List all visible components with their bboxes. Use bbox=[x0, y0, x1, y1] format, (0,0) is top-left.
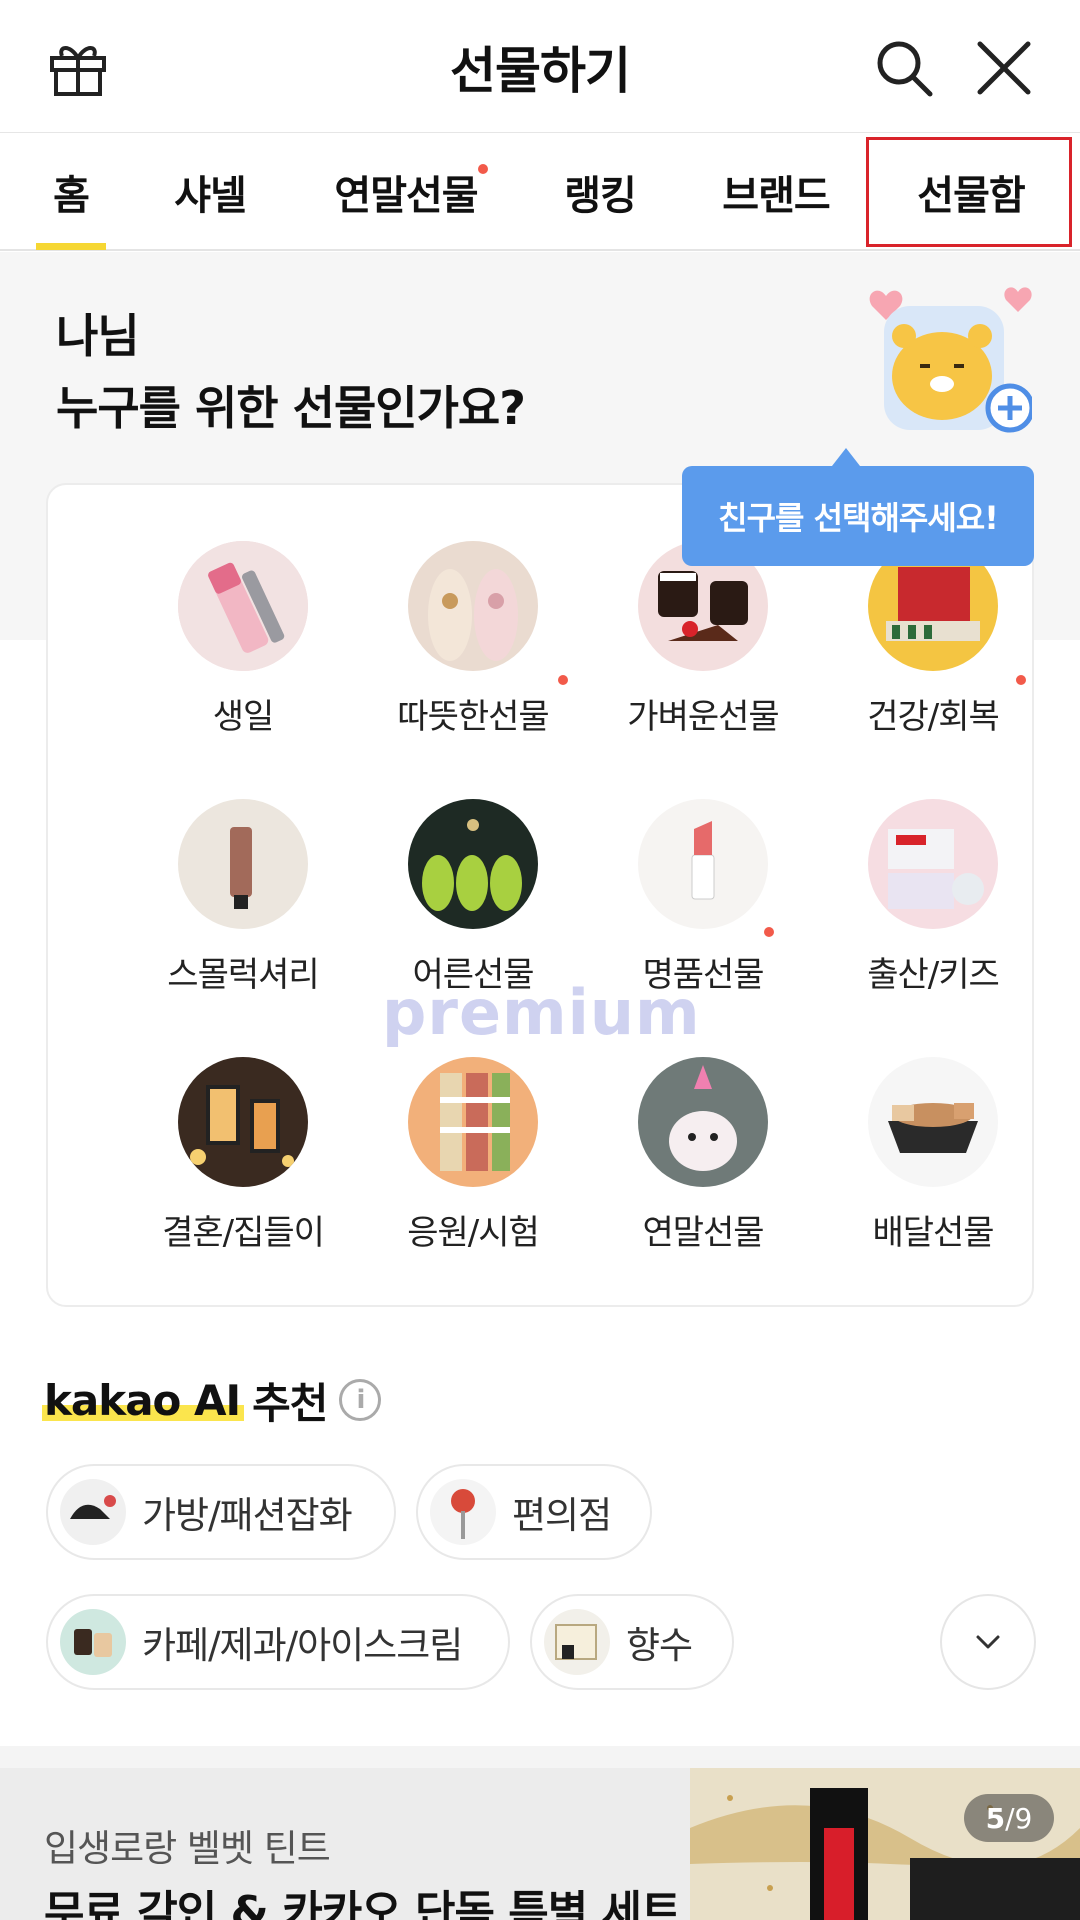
expand-chips-button[interactable] bbox=[940, 1594, 1036, 1690]
lipstick-icon bbox=[178, 541, 308, 671]
category-baby-kids[interactable]: 출산/키즈 bbox=[818, 743, 1048, 995]
chip-label: 카페/제과/아이스크림 bbox=[142, 1624, 463, 1667]
category-delivery[interactable]: 배달선물 bbox=[818, 1001, 1048, 1253]
category-label: 가벼운선물 bbox=[627, 697, 779, 737]
category-warm-gifts[interactable]: 따뜻한선물 bbox=[358, 485, 588, 737]
chip-label: 향수 bbox=[626, 1624, 693, 1667]
new-dot-badge bbox=[478, 164, 488, 174]
tab-chanel[interactable]: 샤넬 bbox=[160, 134, 260, 249]
lollipop-icon bbox=[430, 1479, 496, 1545]
chip-convenience-store[interactable]: 편의점 bbox=[416, 1464, 652, 1560]
recommend-label: 추천 bbox=[252, 1378, 328, 1428]
top-header: 선물하기 bbox=[0, 0, 1080, 133]
kakao-ai-brand: kakao AI bbox=[42, 1375, 245, 1425]
ysl-product-image bbox=[690, 1768, 1080, 1920]
lantern-icon bbox=[178, 1057, 308, 1187]
info-icon[interactable]: i bbox=[339, 1379, 382, 1421]
close-icon[interactable] bbox=[972, 36, 1036, 100]
banner-subtitle: 입생로랑 벨벳 틴트 bbox=[44, 1827, 331, 1870]
gift-box-tab-highlight bbox=[866, 137, 1072, 247]
tab-label: 브랜드 bbox=[722, 172, 830, 219]
category-label: 응원/시험 bbox=[407, 1213, 540, 1253]
current-page: 5 bbox=[985, 1801, 1006, 1835]
category-label: 결혼/집들이 bbox=[162, 1213, 325, 1253]
category-grid-card: 생일 따뜻한선물 가벼운선물 건강/회복 스몰럭셔리 어른선물 명품선물 출산/… bbox=[46, 483, 1034, 1307]
total-pages: /9 bbox=[1005, 1801, 1033, 1835]
kakao-ai-text: kakao AI bbox=[44, 1375, 241, 1425]
friend-select-tooltip[interactable]: 친구를 선택해주세요! bbox=[682, 448, 1034, 566]
gift-page: 선물하기 홈 샤넬 연말선물 랭킹 브랜드 선물함 나님 누구를 위한 선물인가… bbox=[0, 0, 1080, 1920]
food-platter-icon bbox=[868, 1057, 998, 1187]
category-label: 배달선물 bbox=[872, 1213, 994, 1253]
caps-icon bbox=[60, 1479, 126, 1545]
search-icon[interactable] bbox=[872, 36, 936, 100]
section-divider bbox=[0, 1746, 1080, 1768]
category-label: 생일 bbox=[212, 697, 275, 737]
promo-banner[interactable]: 입생로랑 벨벳 틴트 무료 각인 & 카카오 단독 특별 세트 bbox=[0, 1768, 1080, 1920]
category-label: 스몰럭셔리 bbox=[167, 955, 319, 995]
chip-cafe-bakery-icecream[interactable]: 카페/제과/아이스크림 bbox=[46, 1594, 510, 1690]
diapers-icon bbox=[868, 799, 998, 929]
puppy-party-icon bbox=[638, 1057, 768, 1187]
new-dot-badge bbox=[558, 675, 568, 685]
chip-label: 가방/패션잡화 bbox=[142, 1494, 353, 1537]
category-label: 연말선물 bbox=[642, 1213, 764, 1253]
chip-bags-fashion[interactable]: 가방/패션잡화 bbox=[46, 1464, 396, 1560]
chip-label: 편의점 bbox=[512, 1494, 612, 1537]
category-elder-gifts[interactable]: 어른선물 bbox=[358, 743, 588, 995]
tab-home[interactable]: 홈 bbox=[36, 134, 106, 250]
tab-ranking[interactable]: 랭킹 bbox=[555, 134, 645, 249]
active-tab-indicator bbox=[36, 243, 106, 250]
perfume-box-icon bbox=[544, 1609, 610, 1675]
premium-watermark: premium bbox=[382, 976, 701, 1049]
tab-brand[interactable]: 브랜드 bbox=[716, 134, 836, 249]
tab-label: 샤넬 bbox=[174, 172, 247, 219]
category-label: 따뜻한선물 bbox=[397, 697, 549, 737]
intro-heading: 나님 누구를 위한 선물인가요? bbox=[56, 300, 526, 444]
intro-question: 누구를 위한 선물인가요? bbox=[56, 381, 526, 435]
tab-year-end-gifts[interactable]: 연말선물 bbox=[326, 134, 488, 249]
category-wedding-housewarming[interactable]: 결혼/집들이 bbox=[128, 1001, 358, 1253]
category-label: 건강/회복 bbox=[867, 697, 1000, 737]
slippers-icon bbox=[408, 541, 538, 671]
grapes-box-icon bbox=[408, 799, 538, 929]
chevron-down-icon bbox=[976, 1635, 1000, 1649]
user-name: 나님 bbox=[56, 309, 140, 363]
banner-page-indicator: 5/9 bbox=[964, 1794, 1054, 1842]
tab-label: 홈 bbox=[53, 172, 90, 219]
new-dot-badge bbox=[764, 927, 774, 937]
macarons-icon bbox=[408, 1057, 538, 1187]
banner-title: 무료 각인 & 카카오 단독 특별 세트 bbox=[44, 1887, 682, 1920]
friend-select-avatar[interactable] bbox=[862, 284, 1035, 444]
new-dot-badge bbox=[1016, 675, 1026, 685]
tab-label: 랭킹 bbox=[564, 172, 637, 219]
cups-icon bbox=[60, 1609, 126, 1675]
chip-perfume[interactable]: 향수 bbox=[530, 1594, 734, 1690]
lipstick-icon bbox=[638, 799, 768, 929]
tab-label: 연말선물 bbox=[334, 172, 478, 219]
ai-recommend-heading: kakao AI 추천 i bbox=[42, 1370, 382, 1430]
category-luxury-gifts[interactable]: 명품선물 bbox=[588, 743, 818, 995]
hand-cream-icon bbox=[178, 799, 308, 929]
category-small-luxury[interactable]: 스몰럭셔리 bbox=[128, 743, 358, 995]
category-label: 출산/키즈 bbox=[867, 955, 1000, 995]
category-birthday[interactable]: 생일 bbox=[128, 485, 358, 737]
